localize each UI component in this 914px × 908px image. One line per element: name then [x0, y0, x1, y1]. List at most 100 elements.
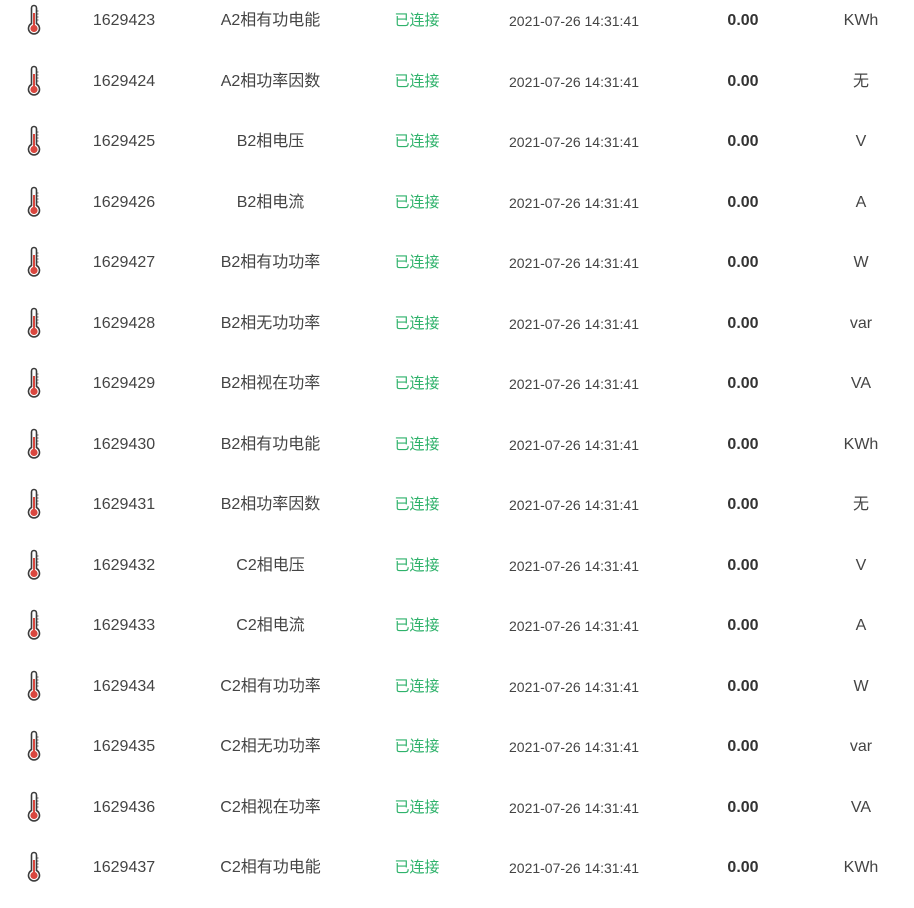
sensor-unit: A — [855, 617, 867, 634]
sensor-unit: KWh — [843, 435, 879, 453]
thermometer-icon — [22, 609, 46, 641]
timestamp: 2021-07-26 14:31:41 — [509, 678, 639, 695]
table-row: 1629437 C2相有功电能 已连接 2021-07-26 14:31:41 … — [0, 847, 914, 908]
sensor-name: C2相视在功率 — [220, 798, 321, 816]
sensor-id: 1629436 — [92, 798, 156, 816]
timestamp: 2021-07-26 14:31:41 — [509, 194, 639, 211]
sensor-value: 0.00 — [727, 375, 759, 392]
table-row: 1629436 C2相视在功率 已连接 2021-07-26 14:31:41 … — [0, 787, 914, 848]
timestamp: 2021-07-26 14:31:41 — [509, 13, 639, 29]
timestamp: 2021-07-26 14:31:41 — [509, 739, 639, 755]
table-row: 1629433 C2相电流 已连接 2021-07-26 14:31:41 0.… — [0, 605, 914, 666]
sensor-unit: W — [853, 254, 869, 271]
sensor-unit: V — [855, 556, 867, 574]
thermometer-icon — [22, 851, 46, 883]
sensor-unit: W — [853, 677, 869, 695]
sensor-value: 0.00 — [727, 677, 759, 695]
sensor-value: 0.00 — [727, 617, 759, 634]
status-text: 已连接 — [394, 617, 440, 634]
thermometer-icon — [22, 488, 46, 520]
status-text: 已连接 — [394, 12, 440, 29]
status-text: 已连接 — [394, 314, 440, 332]
sensor-id: 1629427 — [92, 254, 156, 271]
sensor-value: 0.00 — [727, 859, 759, 876]
sensor-id: 1629424 — [92, 72, 156, 90]
sensor-id: 1629432 — [92, 556, 156, 574]
sensor-id: 1629425 — [92, 133, 156, 150]
thermometer-icon — [22, 730, 46, 762]
status-text: 已连接 — [394, 496, 440, 513]
timestamp: 2021-07-26 14:31:41 — [509, 134, 639, 150]
table-row: 1629428 B2相无功功率 已连接 2021-07-26 14:31:41 … — [0, 303, 914, 364]
sensor-name: B2相有功功率 — [220, 254, 321, 271]
sensor-unit: V — [855, 133, 867, 150]
status-text: 已连接 — [394, 72, 440, 90]
sensor-id: 1629429 — [92, 375, 156, 392]
sensor-unit: KWh — [843, 859, 879, 876]
thermometer-icon — [22, 670, 46, 702]
timestamp: 2021-07-26 14:31:41 — [509, 436, 639, 453]
timestamp: 2021-07-26 14:31:41 — [509, 860, 639, 876]
sensor-id: 1629433 — [92, 617, 156, 634]
status-text: 已连接 — [394, 254, 440, 271]
table-row: 1629429 B2相视在功率 已连接 2021-07-26 14:31:41 … — [0, 363, 914, 424]
sensor-id: 1629430 — [92, 435, 156, 453]
timestamp: 2021-07-26 14:31:41 — [509, 497, 639, 513]
thermometer-icon — [22, 246, 46, 278]
timestamp: 2021-07-26 14:31:41 — [509, 557, 639, 574]
status-text: 已连接 — [394, 798, 440, 816]
sensor-id: 1629435 — [92, 738, 156, 755]
status-text: 已连接 — [394, 435, 440, 453]
sensor-unit: KWh — [843, 12, 879, 29]
sensor-name: C2相电流 — [236, 617, 305, 634]
table-row: 1629435 C2相无功功率 已连接 2021-07-26 14:31:41 … — [0, 726, 914, 787]
table-row: 1629431 B2相功率因数 已连接 2021-07-26 14:31:41 … — [0, 484, 914, 545]
sensor-unit: var — [849, 738, 873, 755]
sensor-name: C2相电压 — [236, 556, 305, 574]
table-row: 1629426 B2相电流 已连接 2021-07-26 14:31:41 0.… — [0, 182, 914, 243]
table-row: 1629430 B2相有功电能 已连接 2021-07-26 14:31:41 … — [0, 424, 914, 485]
sensor-id: 1629437 — [92, 859, 156, 876]
sensor-id: 1629426 — [92, 193, 156, 211]
table-row: 1629425 B2相电压 已连接 2021-07-26 14:31:41 0.… — [0, 121, 914, 182]
table-row: 1629427 B2相有功功率 已连接 2021-07-26 14:31:41 … — [0, 242, 914, 303]
timestamp: 2021-07-26 14:31:41 — [509, 315, 639, 332]
thermometer-icon — [22, 65, 46, 97]
sensor-name: C2相有功功率 — [220, 677, 321, 695]
sensor-id: 1629423 — [92, 12, 156, 29]
sensor-unit: var — [849, 314, 873, 332]
sensor-unit: 无 — [852, 72, 869, 90]
sensor-value: 0.00 — [727, 72, 759, 90]
sensor-id: 1629428 — [92, 314, 156, 332]
sensor-name: A2相功率因数 — [220, 72, 321, 90]
sensor-value: 0.00 — [727, 193, 759, 211]
sensor-value: 0.00 — [727, 496, 759, 513]
timestamp: 2021-07-26 14:31:41 — [509, 255, 639, 271]
sensor-unit: VA — [850, 375, 872, 392]
sensor-unit: A — [855, 193, 867, 211]
sensor-value: 0.00 — [727, 133, 759, 150]
status-text: 已连接 — [394, 556, 440, 574]
timestamp: 2021-07-26 14:31:41 — [509, 73, 639, 90]
sensor-value: 0.00 — [727, 12, 759, 29]
thermometer-icon — [22, 367, 46, 399]
sensor-value: 0.00 — [727, 435, 759, 453]
sensor-value: 0.00 — [727, 314, 759, 332]
thermometer-icon — [22, 186, 46, 218]
sensor-value: 0.00 — [727, 254, 759, 271]
sensor-value: 0.00 — [727, 738, 759, 755]
sensor-name: B2相电流 — [236, 193, 305, 211]
timestamp: 2021-07-26 14:31:41 — [509, 376, 639, 392]
sensor-name: B2相视在功率 — [220, 375, 321, 392]
thermometer-icon — [22, 428, 46, 460]
table-row: 1629434 C2相有功功率 已连接 2021-07-26 14:31:41 … — [0, 666, 914, 727]
thermometer-icon — [22, 4, 46, 36]
sensor-name: A2相有功电能 — [220, 12, 321, 29]
sensor-value: 0.00 — [727, 556, 759, 574]
sensor-value: 0.00 — [727, 798, 759, 816]
sensor-id: 1629434 — [92, 677, 156, 695]
sensor-name: B2相电压 — [236, 133, 305, 150]
thermometer-icon — [22, 125, 46, 157]
status-text: 已连接 — [394, 133, 440, 150]
sensor-name: B2相功率因数 — [220, 496, 321, 513]
